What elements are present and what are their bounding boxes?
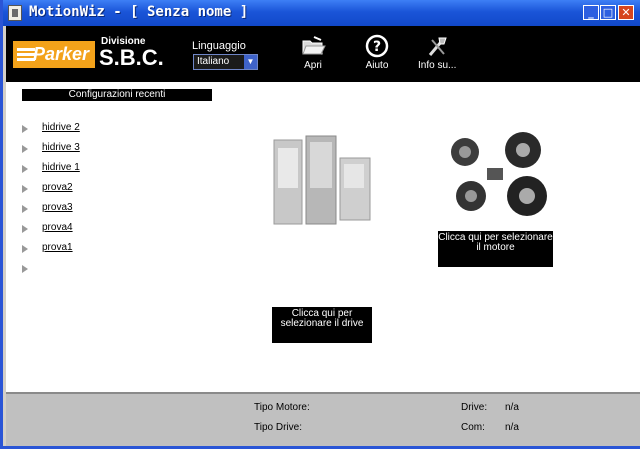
arrow-right-icon (22, 145, 28, 153)
language-label: Linguaggio (192, 40, 246, 52)
open-label: Apri (304, 60, 322, 71)
motor-image[interactable] (443, 130, 553, 225)
folder-open-icon (302, 36, 326, 55)
arrow-right-icon (22, 185, 28, 193)
select-motor-caption[interactable]: Clicca qui per selezionare il motore (438, 231, 553, 267)
minimize-button[interactable]: _ (583, 5, 599, 20)
chevron-down-icon[interactable]: ▼ (244, 55, 257, 69)
division-name: S.B.C. (99, 45, 164, 70)
com-label: Com: (461, 422, 485, 433)
recent-link[interactable]: prova3 (42, 202, 73, 213)
title-bar[interactable]: MotionWiz - [ Senza nome ] _ □ ✕ (3, 0, 640, 26)
help-button[interactable]: ? Aiuto (364, 34, 390, 71)
arrow-right-icon (22, 225, 28, 233)
open-button[interactable]: Apri (300, 34, 326, 71)
drive-type-label: Tipo Drive: (254, 422, 302, 433)
app-window: MotionWiz - [ Senza nome ] _ □ ✕ Parker … (0, 0, 640, 449)
help-icon: ? (365, 34, 389, 58)
com-value: n/a (505, 422, 519, 433)
language-value: Italiano (197, 56, 230, 67)
select-drive-caption[interactable]: Clicca qui per selezionare il drive (272, 307, 372, 343)
arrow-right-icon (22, 205, 28, 213)
parker-logo: Parker (13, 41, 95, 68)
recent-link[interactable]: hidrive 2 (42, 122, 80, 133)
tools-icon (429, 37, 447, 56)
maximize-button[interactable]: □ (600, 5, 616, 20)
motor-type-label: Tipo Motore: (254, 402, 310, 413)
arrow-right-icon (22, 125, 28, 133)
header-bar: Parker Divisione S.B.C. Linguaggio Itali… (6, 26, 640, 82)
drive-label: Drive: (461, 402, 488, 413)
drive-image[interactable] (268, 132, 376, 228)
main-panel: Configurazioni recenti hidrive 2 hidrive… (6, 82, 640, 392)
recent-link[interactable]: prova4 (42, 222, 73, 233)
drive-value: n/a (505, 402, 519, 413)
window-title: MotionWiz - [ Senza nome ] (29, 4, 249, 20)
arrow-right-icon (22, 165, 28, 173)
status-bar: Tipo Motore: Tipo Drive: Drive: n/a Com:… (6, 392, 640, 446)
arrow-right-icon (22, 245, 28, 253)
language-select[interactable]: Italiano ▼ (193, 54, 258, 70)
info-label: Info su... (418, 60, 457, 71)
recent-link[interactable]: prova2 (42, 182, 73, 193)
svg-text:?: ? (373, 39, 381, 55)
recent-link[interactable]: hidrive 3 (42, 142, 80, 153)
close-button[interactable]: ✕ (618, 5, 634, 20)
arrow-right-icon (22, 265, 28, 273)
recent-link[interactable]: hidrive 1 (42, 162, 80, 173)
info-button[interactable]: Info su... (418, 34, 456, 71)
app-icon (8, 5, 22, 21)
recent-configurations-title: Configurazioni recenti (22, 89, 212, 101)
help-label: Aiuto (365, 60, 389, 71)
recent-link[interactable]: prova1 (42, 242, 73, 253)
